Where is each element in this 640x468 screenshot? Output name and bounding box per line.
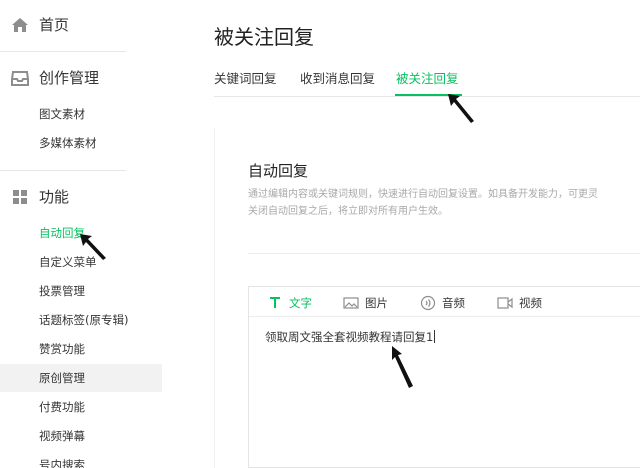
sidebar-item-vote[interactable]: 投票管理 <box>0 277 162 305</box>
section-title: 自动回复 <box>248 162 309 180</box>
sidebar-home-label: 首页 <box>39 16 70 34</box>
reply-text-value: 领取周文强全套视频教程请回复1 <box>265 330 434 344</box>
audio-icon <box>420 295 436 311</box>
sidebar-item-reward[interactable]: 赞赏功能 <box>0 335 162 363</box>
tool-video[interactable]: 视频 <box>497 295 542 311</box>
pointer-arrow-icon <box>392 346 413 388</box>
image-icon <box>343 295 359 311</box>
sidebar-features-label: 功能 <box>39 188 70 206</box>
video-icon <box>497 295 513 311</box>
sidebar-item-label: 号内搜索 <box>39 458 85 468</box>
sidebar-item-label: 投票管理 <box>39 284 85 298</box>
text-caret <box>434 330 436 343</box>
tool-audio[interactable]: 音频 <box>420 295 465 311</box>
pointer-arrow-icon <box>80 234 106 260</box>
tool-text[interactable]: 文字 <box>267 295 312 311</box>
divider <box>0 170 126 171</box>
tool-label: 音频 <box>442 296 465 310</box>
pointer-arrow-icon <box>448 94 474 123</box>
sidebar-item-articles[interactable]: 图文素材 <box>0 100 162 128</box>
sidebar-item-label: 图文素材 <box>39 107 85 121</box>
sidebar-item-label: 话题标签(原专辑) <box>39 313 129 327</box>
sidebar-item-search[interactable]: 号内搜索 <box>0 451 162 468</box>
sidebar-item-label: 多媒体素材 <box>39 136 97 150</box>
tool-label: 文字 <box>289 296 312 310</box>
tab-message-reply[interactable]: 收到消息回复 <box>300 70 375 88</box>
home-icon <box>11 17 29 33</box>
page-title: 被关注回复 <box>214 25 314 49</box>
sidebar-create-label: 创作管理 <box>39 69 100 87</box>
sidebar-item-original[interactable]: 原创管理 <box>0 364 162 392</box>
content-area: 自动回复 通过编辑内容或关键词规则，快速进行自动回复设置。如具备开发能力，可更灵… <box>214 128 640 468</box>
sidebar-item-label: 付费功能 <box>39 400 85 414</box>
reply-editor: 文字 图片 音频 视频 领取周文强全套视频教程请回复1 <box>248 286 640 468</box>
auto-reply-card: 自动回复 通过编辑内容或关键词规则，快速进行自动回复设置。如具备开发能力，可更灵… <box>214 128 640 468</box>
reply-text-input[interactable]: 领取周文强全套视频教程请回复1 <box>265 329 436 345</box>
sidebar-item-paid[interactable]: 付费功能 <box>0 393 162 421</box>
tab-follow-reply[interactable]: 被关注回复 <box>396 70 459 88</box>
description-line: 通过编辑内容或关键词规则，快速进行自动回复设置。如具备开发能力，可更灵 <box>248 189 598 200</box>
tool-image[interactable]: 图片 <box>343 295 388 311</box>
sidebar-item-label: 视频弹幕 <box>39 429 85 443</box>
sidebar-item-label: 赞赏功能 <box>39 342 85 356</box>
sidebar-item-label: 原创管理 <box>39 371 85 385</box>
editor-toolbar: 文字 图片 音频 视频 <box>249 287 640 317</box>
grid-icon <box>11 189 29 205</box>
tool-label: 视频 <box>519 296 542 310</box>
divider <box>248 253 640 254</box>
sidebar-item-topic-tags[interactable]: 话题标签(原专辑) <box>0 306 162 334</box>
sidebar-home[interactable]: 首页 <box>0 10 162 40</box>
tab-keyword-reply[interactable]: 关键词回复 <box>214 70 277 88</box>
text-icon <box>267 295 283 311</box>
divider <box>0 51 126 52</box>
main-panel: 被关注回复 关键词回复 收到消息回复 被关注回复 自动回复 通过编辑内容或关键词… <box>162 0 640 468</box>
tool-label: 图片 <box>365 296 388 310</box>
sidebar-features[interactable]: 功能 <box>0 182 162 212</box>
sidebar-create[interactable]: 创作管理 <box>0 63 162 93</box>
inbox-icon <box>11 70 29 86</box>
sidebar-item-danmaku[interactable]: 视频弹幕 <box>0 422 162 450</box>
sidebar-item-media[interactable]: 多媒体素材 <box>0 129 162 157</box>
tab-divider <box>214 96 640 97</box>
section-description: 通过编辑内容或关键词规则，快速进行自动回复设置。如具备开发能力，可更灵 关闭自动… <box>248 186 640 220</box>
description-line: 关闭自动回复之后，将立即对所有用户生效。 <box>248 206 448 217</box>
